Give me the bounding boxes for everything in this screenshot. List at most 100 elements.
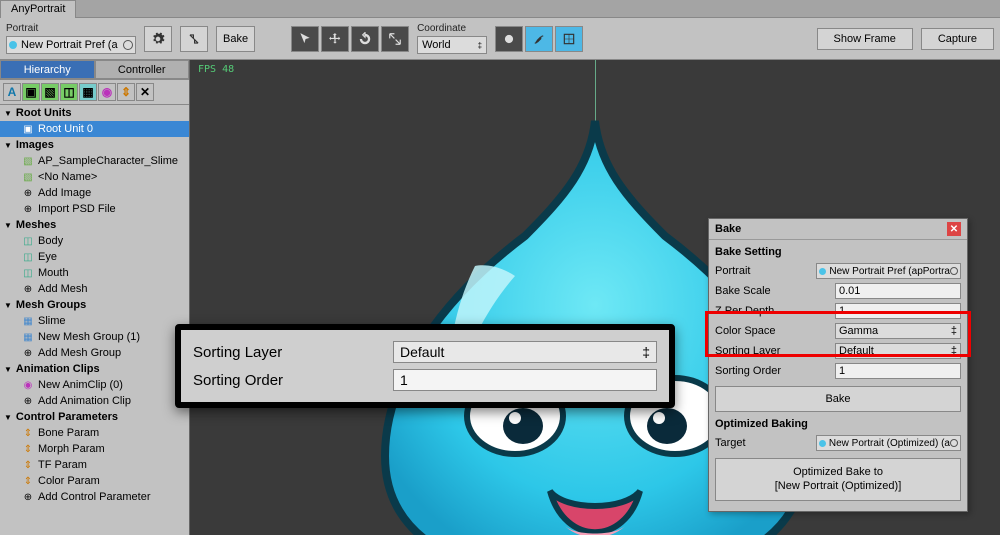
bake-portrait-label: Portrait xyxy=(715,265,816,277)
zoom-sorting-layer-dropdown[interactable]: Default‡ xyxy=(393,341,657,363)
scale-tool[interactable] xyxy=(381,26,409,52)
color-space-label: Color Space xyxy=(715,325,835,337)
sorting-layer-dropdown[interactable]: Default‡ xyxy=(835,343,961,359)
rotate-tool[interactable] xyxy=(351,26,379,52)
mesh-icon: ◫ xyxy=(22,235,34,247)
filter-close-icon[interactable]: ✕ xyxy=(136,83,154,101)
tab-controller[interactable]: Controller xyxy=(95,60,190,79)
prefab-icon xyxy=(819,440,826,447)
object-picker-icon[interactable] xyxy=(950,267,958,275)
filter-mesh-icon[interactable]: ◫ xyxy=(60,83,78,101)
section-control-params[interactable]: Control Parameters xyxy=(0,409,189,425)
optimized-baking-heading: Optimized Baking xyxy=(715,418,961,430)
anim-icon: ◉ xyxy=(22,379,34,391)
bake-button[interactable]: Bake xyxy=(216,26,255,52)
section-mesh-groups[interactable]: Mesh Groups xyxy=(0,297,189,313)
zoom-sorting-layer-label: Sorting Layer xyxy=(193,344,393,361)
filter-param-icon[interactable]: ⇕ xyxy=(117,83,135,101)
item-cp-morph[interactable]: ⇕Morph Param xyxy=(0,441,189,457)
target-field[interactable]: New Portrait (Optimized) (a xyxy=(816,435,961,451)
item-import-psd[interactable]: ⊕Import PSD File xyxy=(0,201,189,217)
sorting-layer-label: Sorting Layer xyxy=(715,345,835,357)
plus-icon: ⊕ xyxy=(22,395,34,407)
bone-view-button[interactable] xyxy=(525,26,553,52)
item-cp-color[interactable]: ⇕Color Param xyxy=(0,473,189,489)
item-mesh-body[interactable]: ◫Body xyxy=(0,233,189,249)
show-frame-button[interactable]: Show Frame xyxy=(817,28,913,50)
select-tool[interactable] xyxy=(291,26,319,52)
transform-tools xyxy=(291,26,409,52)
plus-icon: ⊕ xyxy=(22,283,34,295)
filter-root-icon[interactable]: ▣ xyxy=(22,83,40,101)
chevron-down-icon: ‡ xyxy=(951,345,957,357)
object-picker-icon[interactable] xyxy=(950,439,958,447)
move-tool[interactable] xyxy=(321,26,349,52)
item-cp-bone[interactable]: ⇕Bone Param xyxy=(0,425,189,441)
item-mesh-eye[interactable]: ◫Eye xyxy=(0,249,189,265)
bake-portrait-field[interactable]: New Portrait Pref (apPortra xyxy=(816,263,961,279)
coordinate-dropdown[interactable]: World ‡ xyxy=(417,36,487,54)
item-add-mg[interactable]: ⊕Add Mesh Group xyxy=(0,345,189,361)
image-icon: ▧ xyxy=(22,155,34,167)
bake-scale-input[interactable] xyxy=(835,283,961,299)
z-per-depth-input[interactable] xyxy=(835,303,961,319)
filter-a-icon[interactable]: A xyxy=(3,83,21,101)
close-icon[interactable]: ✕ xyxy=(947,222,961,236)
image-icon: ▧ xyxy=(22,171,34,183)
fps-counter: FPS 48 xyxy=(198,64,234,75)
item-add-anim[interactable]: ⊕Add Animation Clip xyxy=(0,393,189,409)
portrait-object-field[interactable]: New Portrait Pref (a xyxy=(6,36,136,54)
item-cp-tf[interactable]: ⇕TF Param xyxy=(0,457,189,473)
item-mg-new[interactable]: ▦New Mesh Group (1) xyxy=(0,329,189,345)
plus-icon: ⊕ xyxy=(22,347,34,359)
capture-button[interactable]: Capture xyxy=(921,28,994,50)
sorting-order-input[interactable] xyxy=(835,363,961,379)
filter-meshgroup-icon[interactable]: ▦ xyxy=(79,83,97,101)
object-picker-icon[interactable] xyxy=(123,40,133,50)
filter-image-icon[interactable]: ▧ xyxy=(41,83,59,101)
param-icon: ⇕ xyxy=(22,427,34,439)
chevron-down-icon: ‡ xyxy=(951,325,957,337)
tab-hierarchy[interactable]: Hierarchy xyxy=(0,60,95,79)
prefab-icon xyxy=(819,268,826,275)
portrait-value: New Portrait Pref (a xyxy=(21,39,123,51)
onion-button[interactable] xyxy=(495,26,523,52)
section-images[interactable]: Images xyxy=(0,137,189,153)
left-panel: Hierarchy Controller A ▣ ▧ ◫ ▦ ◉ ⇕ ✕ Roo… xyxy=(0,60,190,535)
item-add-mesh[interactable]: ⊕Add Mesh xyxy=(0,281,189,297)
mesh-view-button[interactable] xyxy=(555,26,583,52)
filter-anim-icon[interactable]: ◉ xyxy=(98,83,116,101)
zoom-sorting-order-input[interactable] xyxy=(393,369,657,391)
section-root-units[interactable]: Root Units xyxy=(0,105,189,121)
plus-icon: ⊕ xyxy=(22,187,34,199)
item-root-unit-0[interactable]: ▣Root Unit 0 xyxy=(0,121,189,137)
chevron-down-icon: ‡ xyxy=(642,344,650,360)
item-mesh-mouth[interactable]: ◫Mouth xyxy=(0,265,189,281)
coordinate-label: Coordinate xyxy=(417,23,487,34)
top-toolbar: Portrait New Portrait Pref (a Bake Coord… xyxy=(0,18,1000,60)
item-add-cp[interactable]: ⊕Add Control Parameter xyxy=(0,489,189,505)
hierarchy-tree: Root Units ▣Root Unit 0 Images ▧AP_Sampl… xyxy=(0,105,189,535)
item-anim-new[interactable]: ◉New AnimClip (0) xyxy=(0,377,189,393)
bake-setting-heading: Bake Setting xyxy=(715,246,961,258)
zoom-callout: Sorting Layer Default‡ Sorting Order xyxy=(175,324,675,408)
tab-bar: AnyPortrait xyxy=(0,0,1000,18)
param-icon: ⇕ xyxy=(22,459,34,471)
optimized-bake-button[interactable]: Optimized Bake to [New Portrait (Optimiz… xyxy=(715,458,961,501)
bake-action-button[interactable]: Bake xyxy=(715,386,961,412)
item-image-noname[interactable]: ▧<No Name> xyxy=(0,169,189,185)
open-button[interactable] xyxy=(180,26,208,52)
meshgroup-icon: ▦ xyxy=(22,315,34,327)
item-image-sample[interactable]: ▧AP_SampleCharacter_Slime xyxy=(0,153,189,169)
settings-button[interactable] xyxy=(144,26,172,52)
window-tab[interactable]: AnyPortrait xyxy=(0,0,76,18)
sorting-order-label: Sorting Order xyxy=(715,365,835,377)
coordinate-value: World xyxy=(422,39,451,51)
section-meshes[interactable]: Meshes xyxy=(0,217,189,233)
mesh-icon: ◫ xyxy=(22,267,34,279)
item-mg-slime[interactable]: ▦Slime xyxy=(0,313,189,329)
section-anim-clips[interactable]: Animation Clips xyxy=(0,361,189,377)
color-space-dropdown[interactable]: Gamma‡ xyxy=(835,323,961,339)
item-add-image[interactable]: ⊕Add Image xyxy=(0,185,189,201)
plus-icon: ⊕ xyxy=(22,203,34,215)
